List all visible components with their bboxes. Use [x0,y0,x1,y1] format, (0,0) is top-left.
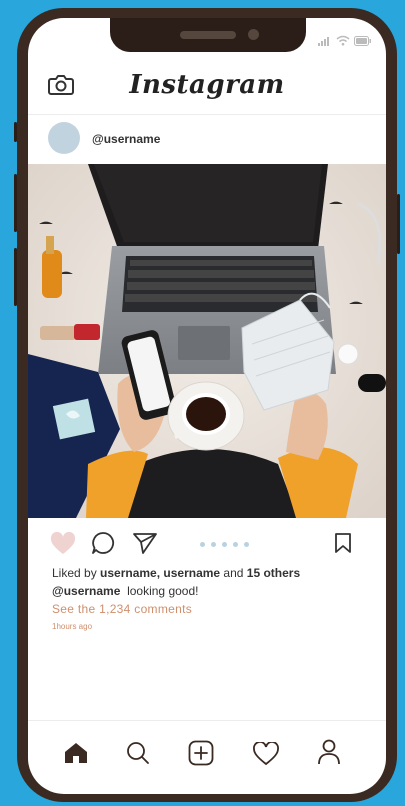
caption-username[interactable]: @username [52,584,120,598]
post-header: @username [28,114,386,160]
front-camera [248,29,259,40]
home-icon[interactable] [63,741,89,765]
liked-and: and [220,566,247,580]
wifi-icon [336,35,350,46]
carousel-dot [211,542,216,547]
carousel-dot [200,542,205,547]
heart-outline-icon[interactable] [253,742,279,766]
likes-summary: Liked by username, username and 15 other… [52,566,300,580]
search-icon[interactable] [126,741,150,765]
phone-button-mute [14,122,17,142]
bottom-nav [28,720,386,794]
status-bar [318,35,372,46]
liked-users[interactable]: username, username [100,566,220,580]
phone-button-power [397,194,400,254]
phone-button-volume-down [14,248,17,306]
profile-icon[interactable] [317,739,341,765]
battery-icon [354,35,371,46]
post-actions [28,524,386,564]
phone-button-volume-up [14,174,17,232]
send-icon[interactable] [132,531,158,555]
post-timestamp: 1hours ago [52,622,93,631]
carousel-dot [244,542,249,547]
post-caption: @username looking good! [52,584,198,598]
phone-frame: Instagram @username Liked by username, u… [14,8,400,802]
app-logo: Instagram [129,70,285,100]
liked-others[interactable]: 15 others [247,566,300,580]
bookmark-icon[interactable] [334,532,352,554]
phone-notch [110,18,306,52]
liked-prefix: Liked by [52,566,101,580]
post-username[interactable]: @username [92,132,160,146]
app-header: Instagram [28,58,386,115]
post-image[interactable] [28,164,386,518]
carousel-dot [233,542,238,547]
heart-icon[interactable] [50,532,76,556]
view-comments-link[interactable]: See the 1,234 comments [52,602,192,616]
carousel-dot [222,542,227,547]
carousel-indicator [200,542,249,547]
comment-icon[interactable] [91,531,115,555]
add-post-icon[interactable] [188,740,214,766]
caption-text: looking good! [127,584,199,598]
signal-icon [318,36,329,46]
phone-screen: Instagram @username Liked by username, u… [28,18,386,794]
speaker-grille [180,31,236,39]
avatar[interactable] [48,122,80,154]
